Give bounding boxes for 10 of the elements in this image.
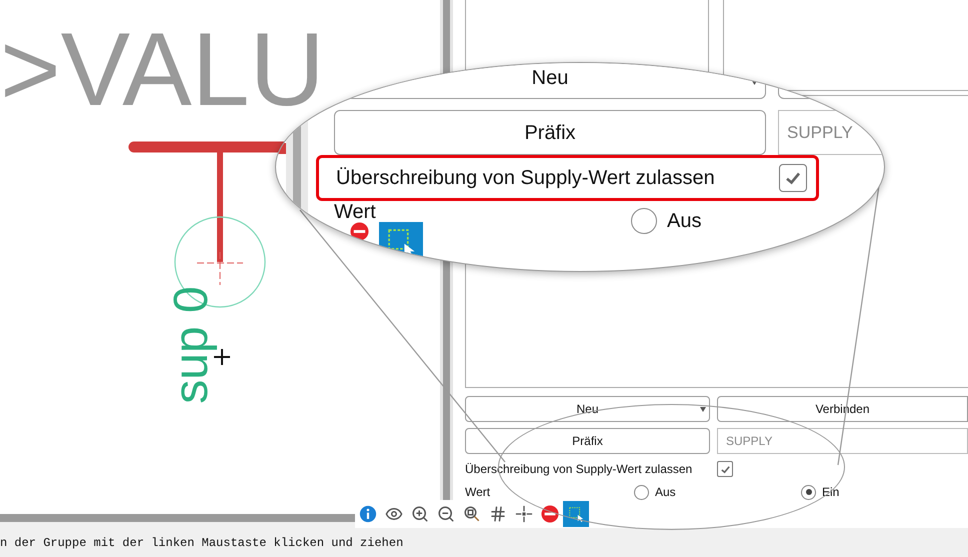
radio-label: Aus — [655, 484, 676, 501]
override-label: Überschreibung von Supply-Wert zulassen — [336, 166, 716, 191]
radio-label: Ein — [822, 484, 840, 501]
status-text: n der Gruppe mit der linken Maustaste klicken und ziehen — [0, 534, 404, 552]
value-label-text: Wert — [334, 203, 376, 221]
symbol-label: sup 0 — [169, 285, 215, 406]
override-label: Überschreibung von Supply-Wert zulassen — [465, 461, 694, 478]
value-label: >VALU — [0, 18, 325, 122]
radio-label: Aus — [667, 209, 702, 234]
value-label-text: Wert — [465, 484, 492, 501]
